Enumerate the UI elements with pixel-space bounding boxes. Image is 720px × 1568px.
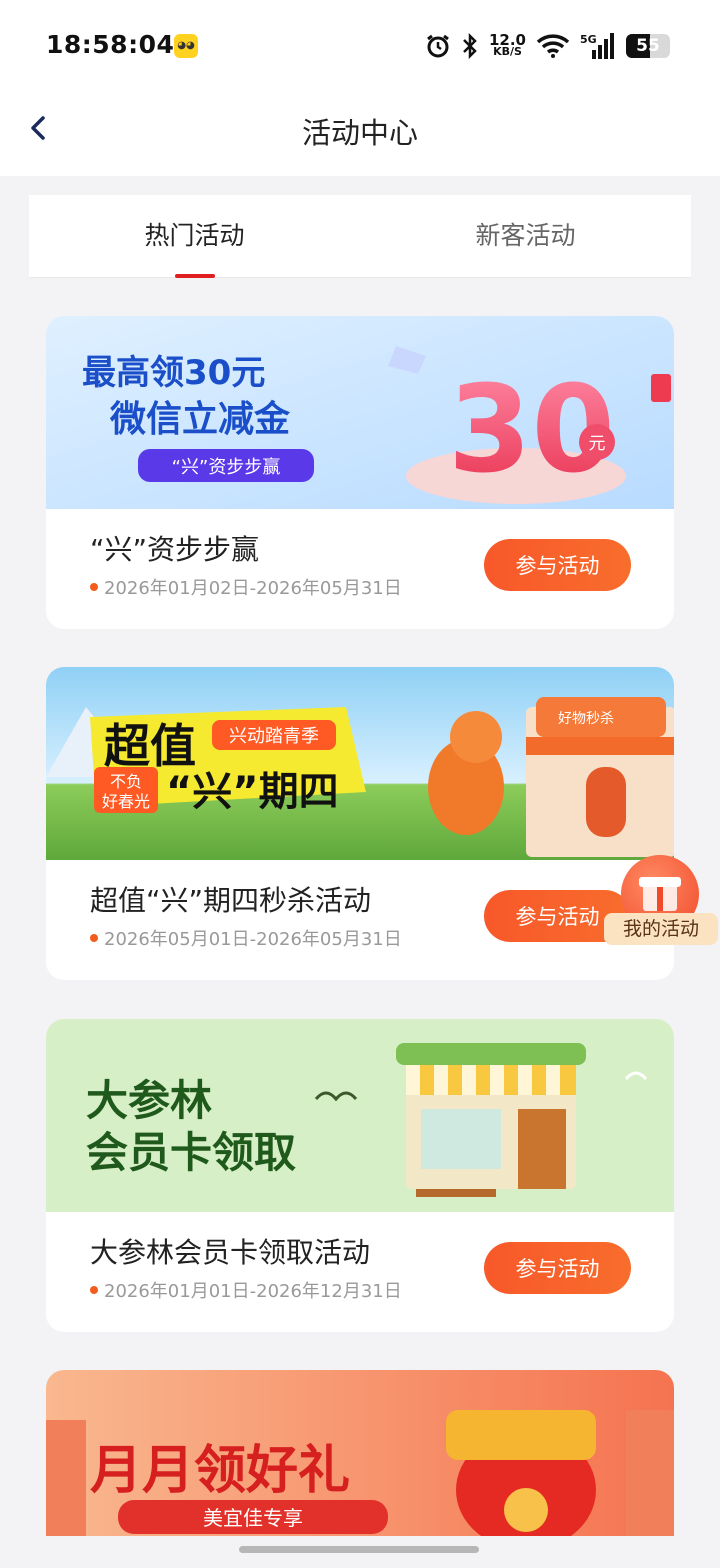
join-activity-button[interactable]: 参与活动 — [484, 1242, 631, 1294]
app-notification-icon: ◕◕ — [174, 34, 198, 58]
banner-line2: 微信立减金 — [109, 398, 291, 440]
wifi-icon — [536, 32, 570, 60]
date-dot-icon — [90, 583, 98, 591]
banner-unit: 元 — [589, 434, 606, 454]
activity-banner[interactable]: 最高领30元 微信立减金 “兴”资步步赢 30 元 — [46, 316, 674, 509]
my-activities-label: 我的活动 — [604, 913, 718, 945]
activity-title: 大参林会员卡领取活动 — [90, 1236, 371, 1269]
join-activity-button[interactable]: 参与活动 — [484, 539, 631, 591]
activity-date: 2026年01月01日-2026年12月31日 — [90, 1277, 402, 1303]
banner-tag: 美宜佳专享 — [203, 1506, 303, 1530]
my-activities-float-button[interactable]: 我的活动 — [604, 855, 718, 947]
banner-line2: “兴”期四 — [166, 769, 339, 815]
tab-new-customer-activities[interactable]: 新客活动 — [360, 195, 691, 277]
network-type-label: 5G — [580, 33, 597, 46]
activity-date: 2026年01月02日-2026年05月31日 — [90, 574, 402, 600]
activity-date: 2026年05月01日-2026年05月31日 — [90, 925, 402, 951]
tab-bar: 热门活动 新客活动 — [29, 195, 691, 278]
banner-line1: 超值 — [104, 719, 196, 773]
banner-tag: 兴动踏青季 — [229, 726, 319, 747]
status-bar: 18:58:04 ◕◕ 12.0 KB/S 5G 55 — [0, 0, 720, 92]
battery-level: 55 — [636, 36, 660, 56]
date-dot-icon — [90, 1286, 98, 1294]
activity-title: “兴”资步步赢 — [90, 533, 260, 566]
activity-card[interactable]: 大参林 会员卡领取 大参林会员卡领取活动 2026年01月01日-2026年12… — [46, 1019, 674, 1332]
banner-tag: “兴”资步步赢 — [172, 456, 281, 478]
date-dot-icon — [90, 934, 98, 942]
activity-card[interactable]: 超值 兴动踏青季 不负 好春光 “兴”期四 好物秒杀 超值“兴”期四秒杀活动 2… — [46, 667, 674, 980]
banner-sub1: 不负 — [110, 772, 142, 791]
banner-line1: 大参林 — [86, 1076, 212, 1125]
alarm-icon — [425, 32, 451, 60]
home-indicator[interactable] — [239, 1546, 479, 1553]
page-title: 活动中心 — [301, 116, 418, 150]
banner-line2: 会员卡领取 — [86, 1128, 296, 1177]
activity-title: 超值“兴”期四秒杀活动 — [90, 884, 372, 917]
network-speed: 12.0 KB/S — [488, 31, 526, 58]
activity-banner[interactable]: 超值 兴动踏青季 不负 好春光 “兴”期四 好物秒杀 — [46, 667, 674, 860]
banner-line1: 最高领30元 — [82, 353, 265, 393]
activity-banner[interactable]: 月月领好礼 美宜佳专享 — [46, 1370, 674, 1536]
activity-card[interactable]: 月月领好礼 美宜佳专享 — [46, 1370, 674, 1536]
battery-icon: 55 — [626, 34, 670, 58]
bluetooth-icon — [461, 32, 479, 60]
status-time: 18:58:04 — [46, 30, 175, 59]
banner-sub2: 好春光 — [102, 792, 150, 811]
activity-card[interactable]: 最高领30元 微信立减金 “兴”资步步赢 30 元 “兴”资步步赢 2026年0… — [46, 316, 674, 629]
banner-shop-sign: 好物秒杀 — [558, 711, 614, 727]
activity-banner[interactable]: 大参林 会员卡领取 — [46, 1019, 674, 1212]
nav-header: 活动中心 — [0, 92, 720, 176]
banner-line1: 月月领好礼 — [90, 1441, 350, 1501]
tab-hot-activities[interactable]: 热门活动 — [29, 195, 360, 278]
signal-5g-icon: 5G — [580, 32, 616, 60]
status-icons: 12.0 KB/S 5G 55 — [425, 30, 670, 62]
